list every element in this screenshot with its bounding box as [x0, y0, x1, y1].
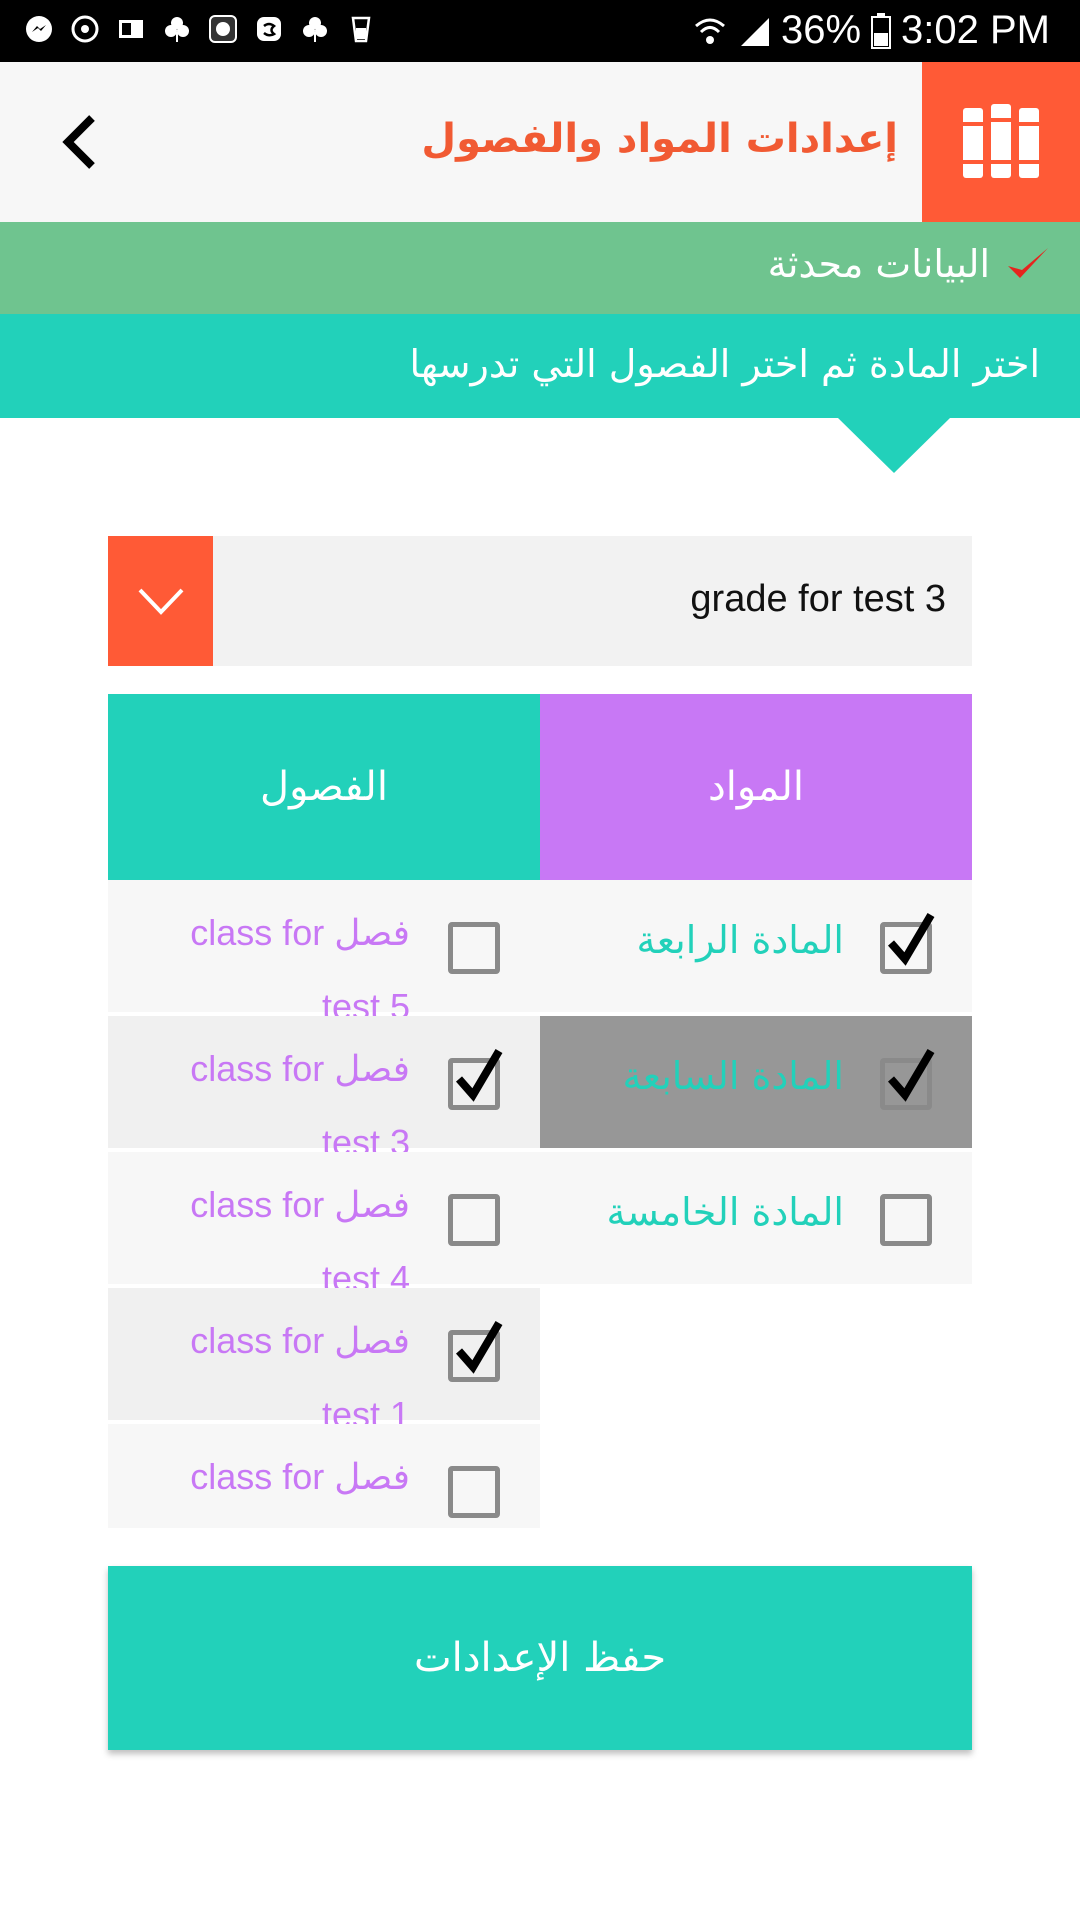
soccer-icon	[206, 12, 240, 46]
dropdown-toggle-button[interactable]	[108, 536, 213, 666]
classes-column-header: الفصول	[108, 694, 540, 880]
instruction-banner: اختر المادة ثم اختر الفصول التي تدرسها	[0, 314, 1080, 418]
subject-label: المادة السابعة	[622, 1054, 845, 1098]
checkmark-icon	[887, 912, 935, 966]
data-status-text: البيانات محدثة	[767, 242, 990, 286]
page-title: إعدادات المواد والفصول	[421, 116, 898, 162]
class-label: فصل class for test 2	[190, 1456, 410, 1497]
class-item[interactable]: فصل class for test 4	[108, 1152, 540, 1299]
class-item[interactable]: فصل class for test 2	[108, 1424, 540, 1528]
subject-checkbox[interactable]	[880, 1194, 932, 1246]
subject-item[interactable]: المادة الرابعة	[540, 880, 972, 1012]
app-header: إعدادات المواد والفصول	[0, 62, 1080, 222]
grade-select-value: grade for test 3	[690, 578, 946, 620]
signal-icon	[740, 17, 769, 46]
outlook-icon	[114, 12, 148, 46]
skype-icon	[252, 12, 286, 46]
checkmark-icon	[455, 1320, 503, 1374]
data-status-bar: البيانات محدثة	[0, 222, 1080, 314]
subject-label: المادة الخامسة	[606, 1190, 844, 1234]
class-checkbox[interactable]	[448, 1320, 503, 1382]
check-icon	[1004, 244, 1052, 288]
class-checkbox[interactable]	[448, 1048, 503, 1110]
subject-item[interactable]: المادة الخامسة	[540, 1152, 972, 1284]
back-button[interactable]	[48, 104, 108, 180]
subject-checkbox[interactable]	[880, 1048, 935, 1110]
subject-label: المادة الرابعة	[636, 918, 844, 962]
clover-icon	[298, 12, 332, 46]
grade-select[interactable]: grade for test 3	[108, 536, 972, 666]
chevron-down-icon	[138, 588, 183, 615]
checkmark-icon	[887, 1048, 935, 1102]
battery-percent: 36%	[780, 8, 862, 52]
cup-icon	[344, 12, 378, 46]
battery-icon	[871, 12, 892, 49]
class-checkbox[interactable]	[448, 1466, 500, 1518]
class-item[interactable]: فصل class for test 1	[108, 1288, 540, 1435]
checkmark-icon	[455, 1048, 503, 1102]
instruction-text: اختر المادة ثم اختر الفصول التي تدرسها	[409, 342, 1040, 386]
app-screen: 36% 3:02 PM إعدادات المواد والفصول البيا…	[0, 0, 1080, 1920]
subject-item[interactable]: المادة السابعة	[540, 1016, 972, 1148]
messenger-icon	[22, 12, 56, 46]
class-item[interactable]: فصل class for test 3	[108, 1016, 540, 1163]
save-settings-button[interactable]: حفظ الإعدادات	[108, 1566, 972, 1750]
system-status: 36% 3:02 PM	[693, 8, 1050, 53]
books-icon	[963, 104, 1039, 178]
banner-pointer	[838, 418, 950, 473]
notification-icons	[22, 12, 378, 46]
class-checkbox[interactable]	[448, 1194, 500, 1246]
clover-icon	[160, 12, 194, 46]
app-logo	[922, 62, 1080, 222]
chevron-left-icon	[62, 115, 95, 169]
subject-checkbox[interactable]	[880, 912, 935, 974]
clock: 3:02 PM	[901, 8, 1050, 52]
class-checkbox[interactable]	[448, 922, 500, 974]
subjects-column-header: المواد	[540, 694, 972, 880]
selection-lists: المادة الرابعة المادة السابعة المادة الخ…	[108, 880, 972, 1528]
status-bar: 36% 3:02 PM	[0, 0, 1080, 62]
wifi-icon	[694, 18, 725, 44]
class-item[interactable]: فصل class for test 5	[108, 880, 540, 1027]
sync-icon	[68, 12, 102, 46]
